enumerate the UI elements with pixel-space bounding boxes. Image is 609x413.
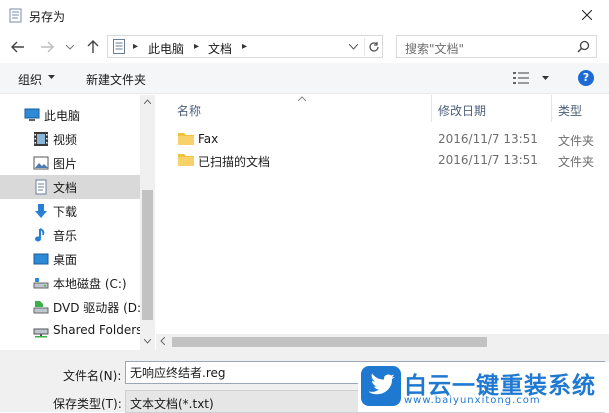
watermark: 白云一键重装系统 www.baiyunxitong.com [358, 362, 609, 412]
caret-down-icon [48, 75, 55, 79]
address-dropdown-button[interactable] [344, 38, 362, 56]
dvd-drive-icon [33, 301, 49, 314]
close-button[interactable] [564, 0, 609, 30]
command-bar: 组织 新建文件夹 ? [0, 63, 609, 94]
column-header-name[interactable]: 名称 [156, 95, 432, 122]
recent-locations-button[interactable] [64, 37, 76, 57]
file-type: 文件夹 [558, 134, 595, 148]
scroll-up-icon[interactable] [144, 99, 151, 104]
column-label: 名称 [177, 104, 202, 118]
file-row[interactable]: 已扫描的文档 2016/11/7 13:51 文件夹 [174, 150, 609, 170]
caret-down-icon[interactable] [542, 76, 549, 80]
filetype-label: 保存类型(T): [53, 397, 122, 411]
help-button[interactable]: ? [578, 70, 594, 86]
network-drive-icon [33, 328, 49, 338]
view-options-icon[interactable] [513, 72, 529, 84]
scroll-left-icon[interactable] [160, 337, 165, 345]
window-title: 另存为 [29, 10, 66, 24]
column-header-modified[interactable]: 修改日期 [432, 95, 552, 122]
sidebar-item-label: 本地磁盘 (C:) [53, 277, 127, 291]
organize-button[interactable]: 组织 [18, 71, 42, 88]
sidebar-item-dvd-drive[interactable]: DVD 驱动器 (D: [0, 295, 142, 319]
scroll-down-icon[interactable] [144, 339, 151, 344]
chevron-down-icon [66, 44, 74, 50]
folder-icon [178, 133, 194, 145]
sidebar-scrollbar[interactable] [140, 95, 155, 350]
address-bar[interactable]: ▸ 此电脑 ▸ 文档 ▸ [107, 35, 383, 58]
breadcrumb-separator[interactable]: ▸ [194, 41, 199, 52]
scrollbar-thumb[interactable] [172, 337, 487, 347]
sidebar-item-label: 此电脑 [44, 109, 81, 123]
file-row[interactable]: Fax 2016/11/7 13:51 文件夹 [174, 129, 609, 149]
sidebar-item-label: 音乐 [53, 229, 78, 243]
file-name: 已扫描的文档 [198, 155, 271, 169]
sidebar-item-music[interactable]: 音乐 [0, 223, 140, 247]
scrollbar-thumb[interactable] [142, 190, 153, 320]
up-button[interactable] [84, 37, 102, 57]
local-disk-icon [33, 278, 49, 289]
sidebar-item-label: Shared Folders [53, 323, 143, 337]
computer-icon [24, 108, 40, 121]
pictures-icon [33, 156, 49, 170]
refresh-button[interactable] [364, 38, 382, 56]
column-header-type[interactable]: 类型 [552, 95, 609, 122]
desktop-icon [33, 253, 49, 265]
close-icon [581, 10, 592, 20]
back-button[interactable] [8, 37, 28, 57]
file-type: 文件夹 [558, 155, 595, 169]
breadcrumb-separator[interactable]: ▸ [242, 41, 247, 52]
music-icon [35, 228, 45, 242]
chevron-down-icon [348, 44, 358, 50]
sidebar-item-desktop[interactable]: 桌面 [0, 247, 140, 271]
breadcrumb-this-pc[interactable]: 此电脑 [148, 40, 184, 57]
sidebar-item-label: 桌面 [53, 253, 78, 267]
sidebar-item-shared-folders[interactable]: Shared Folders [0, 319, 143, 343]
video-icon [34, 132, 48, 146]
file-list: 名称 修改日期 类型 Fax 2016/11/7 13:51 文件夹 已扫描的文… [156, 95, 609, 350]
documents-icon [113, 39, 125, 54]
watermark-url: www.baiyunxitong.com [404, 395, 541, 406]
sidebar-item-downloads[interactable]: 下载 [0, 199, 140, 223]
forward-button[interactable] [37, 37, 57, 57]
search-input[interactable]: 搜索"文档" [396, 35, 597, 58]
refresh-icon [368, 42, 379, 52]
sidebar-item-documents[interactable]: 文档 [0, 175, 140, 199]
sidebar-item-label: 文档 [53, 181, 78, 195]
bird-logo-icon [361, 366, 401, 406]
download-icon [35, 204, 47, 218]
column-label: 类型 [558, 104, 583, 118]
breadcrumb-documents[interactable]: 文档 [208, 40, 232, 57]
new-folder-button[interactable]: 新建文件夹 [86, 71, 146, 88]
sidebar-item-local-disk-c[interactable]: 本地磁盘 (C:) [0, 271, 140, 295]
title-bar: 另存为 [0, 0, 609, 31]
sidebar-item-label: DVD 驱动器 (D: [53, 301, 142, 315]
folder-icon [178, 154, 194, 166]
sidebar-item-label: 视频 [53, 133, 78, 147]
sort-ascending-icon [298, 96, 306, 101]
back-arrow-icon [11, 41, 24, 53]
save-dialog-icon [9, 8, 22, 23]
documents-icon [35, 179, 47, 195]
navigation-pane: 此电脑 视频 图片 文档 下载 音乐 桌面 本地磁盘 (C:) DVD 驱动器 … [0, 95, 143, 350]
file-list-scrollbar[interactable] [156, 334, 609, 350]
sidebar-item-pictures[interactable]: 图片 [0, 151, 140, 175]
file-modified: 2016/11/7 13:51 [438, 132, 538, 146]
forward-arrow-icon [41, 41, 54, 53]
search-placeholder: 搜索"文档" [405, 42, 465, 56]
search-icon [577, 40, 590, 53]
up-arrow-icon [87, 40, 99, 53]
file-modified: 2016/11/7 13:51 [438, 153, 538, 167]
file-name: Fax [198, 132, 219, 146]
filename-label: 文件名(N): [63, 369, 122, 383]
breadcrumb-separator[interactable]: ▸ [133, 41, 138, 52]
sidebar-item-label: 图片 [53, 157, 78, 171]
sidebar-item-videos[interactable]: 视频 [0, 127, 140, 151]
column-label: 修改日期 [438, 104, 487, 118]
sidebar-item-label: 下载 [53, 205, 78, 219]
sidebar-item-this-pc[interactable]: 此电脑 [0, 103, 140, 127]
